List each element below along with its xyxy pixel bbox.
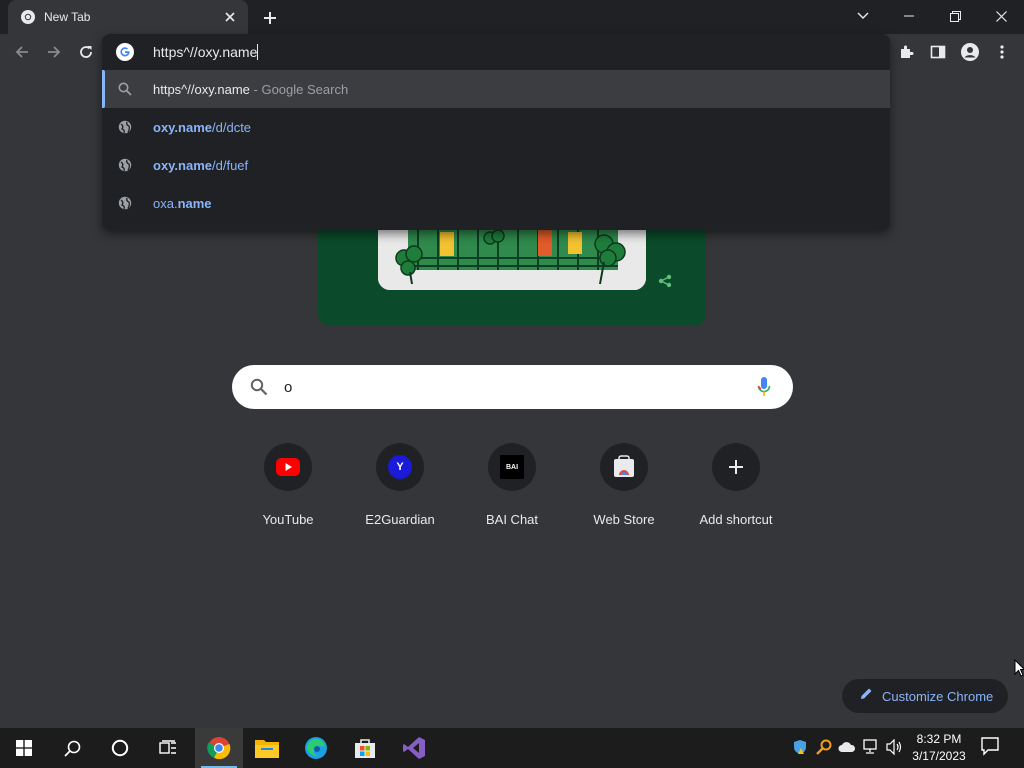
shortcut-label: Web Store [593,512,655,527]
customize-chrome-button[interactable]: Customize Chrome [842,679,1008,713]
profile-avatar-icon[interactable] [956,38,984,66]
google-doodle[interactable] [318,228,706,326]
reload-icon[interactable] [72,38,100,66]
microphone-icon[interactable] [757,377,771,397]
search-icon [118,82,132,96]
visual-studio-icon[interactable] [390,728,438,768]
google-search-box[interactable]: o [232,365,793,409]
tab-new-tab[interactable]: New Tab [8,0,248,34]
suggestion-url[interactable]: oxy.name/d/dcte [102,108,890,146]
suggestion-text: https^//oxy.name - Google Search [153,82,349,97]
bai-icon: BAI [488,443,536,491]
chrome-icon [20,9,36,25]
search-magnifier-tray-icon[interactable] [815,738,833,756]
ms-store-icon[interactable] [341,728,389,768]
suggestion-text: oxy.name/d/fuef [153,158,249,173]
volume-icon[interactable] [886,738,904,756]
search-icon [250,378,268,396]
globe-icon [118,196,132,210]
shortcut-e2guardian[interactable]: Y E2Guardian [344,443,456,533]
new-tab-plus-icon[interactable] [258,6,282,30]
file-explorer-icon[interactable] [243,728,291,768]
shortcut-web-store[interactable]: Web Store [568,443,680,533]
task-view-icon[interactable] [144,728,192,768]
shortcut-label: YouTube [262,512,314,527]
minimize-icon[interactable] [886,0,932,32]
edge-icon[interactable] [292,728,340,768]
shortcut-label: Add shortcut [699,512,773,527]
kebab-menu-icon[interactable] [988,38,1016,66]
suggestion-text: oxa.name [153,196,212,211]
suggestion-google-search[interactable]: https^//oxy.name - Google Search [102,70,890,108]
taskbar-clock[interactable]: 8:32 PM 3/17/2023 [904,731,974,765]
clock-date: 3/17/2023 [912,749,966,763]
shortcut-youtube[interactable]: YouTube [232,443,344,533]
customize-chrome-label: Customize Chrome [882,688,994,704]
suggestion-url[interactable]: oxy.name/d/fuef [102,146,890,184]
shortcut-add[interactable]: Add shortcut [680,443,792,533]
extensions-puzzle-icon[interactable] [892,38,920,66]
plus-icon [712,443,760,491]
pencil-icon [860,687,873,705]
omnibox[interactable]: https^//oxy.name [102,34,890,70]
cortana-icon[interactable] [96,728,144,768]
youtube-icon [264,443,312,491]
onedrive-cloud-icon[interactable] [838,738,856,756]
y-letter-icon: Y [376,443,424,491]
shortcut-bai-chat[interactable]: BAI BAI Chat [456,443,568,533]
google-g-icon [116,43,134,61]
text-caret [257,44,259,60]
taskbar-search-icon[interactable] [48,728,96,768]
windows-taskbar: 8:32 PM 3/17/2023 [0,728,1024,768]
forward-arrow-icon[interactable] [40,38,68,66]
notification-center-icon[interactable] [980,736,1002,758]
shortcut-label: BAI Chat [485,512,539,527]
share-icon[interactable] [658,274,672,293]
close-window-icon[interactable] [978,0,1024,32]
tab-title: New Tab [44,10,91,24]
tab-strip: New Tab [0,0,1024,34]
omnibox-dropdown: https^//oxy.name https^//oxy.name - Goog… [102,34,890,230]
back-arrow-icon[interactable] [8,38,36,66]
shortcut-label: E2Guardian [365,512,435,527]
tab-search-chevron-icon[interactable] [840,0,886,32]
restore-icon[interactable] [932,0,978,32]
web-store-icon [600,443,648,491]
globe-icon [118,120,132,134]
omnibox-input-text[interactable]: https^//oxy.name [153,44,259,60]
globe-icon [118,158,132,172]
network-icon[interactable] [862,738,880,756]
clock-time: 8:32 PM [916,732,962,746]
windows-start-icon[interactable] [0,728,48,768]
taskbar-chrome-icon[interactable] [195,728,243,768]
doodle-image [378,228,646,290]
mouse-cursor-icon [1014,658,1024,682]
security-shield-icon[interactable] [791,738,809,756]
side-panel-icon[interactable] [924,38,952,66]
search-input[interactable]: o [284,379,292,396]
suggestion-text: oxy.name/d/dcte [153,120,252,135]
tab-close-icon[interactable] [222,9,238,25]
suggestion-url[interactable]: oxa.name [102,184,890,222]
